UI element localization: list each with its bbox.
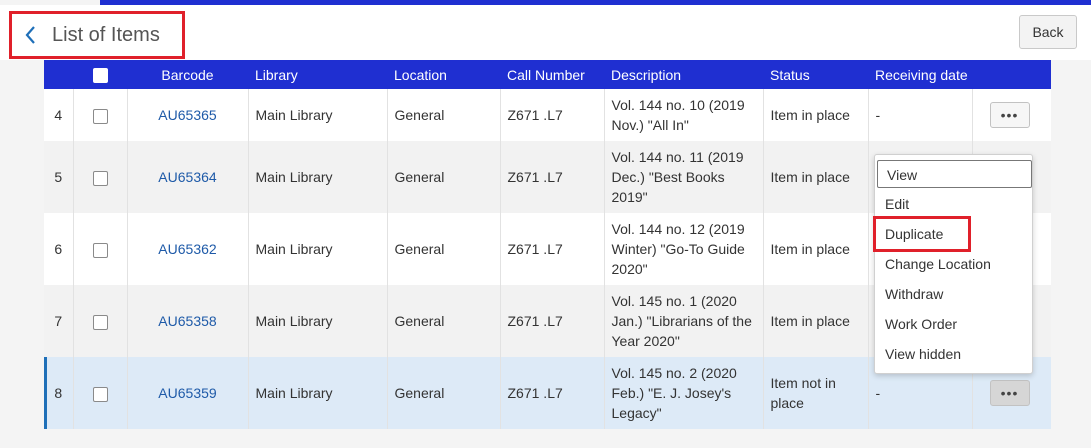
duplicate-highlight bbox=[873, 216, 971, 252]
row-actions-button[interactable]: ••• bbox=[989, 380, 1030, 406]
menu-item-change-location[interactable]: Change Location bbox=[876, 250, 1031, 278]
location-cell: General bbox=[387, 357, 501, 429]
column-header-status[interactable]: Status bbox=[763, 60, 868, 89]
row-checkbox[interactable] bbox=[92, 314, 108, 330]
row-number: 8 bbox=[44, 357, 74, 429]
menu-item-view[interactable]: View bbox=[877, 160, 1032, 188]
row-checkbox[interactable] bbox=[92, 242, 108, 258]
description-cell: Vol. 144 no. 12 (2019 Winter) "Go-To Gui… bbox=[604, 213, 764, 285]
description-cell: Vol. 145 no. 2 (2020 Feb.) "E. J. Josey'… bbox=[604, 357, 764, 429]
chevron-left-icon[interactable] bbox=[24, 25, 38, 45]
menu-item-view-hidden[interactable]: View hidden bbox=[876, 340, 1031, 368]
location-cell: General bbox=[387, 285, 501, 357]
description-cell: Vol. 145 no. 1 (2020 Jan.) "Librarians o… bbox=[604, 285, 764, 357]
library-cell: Main Library bbox=[248, 213, 388, 285]
column-header-library[interactable]: Library bbox=[248, 60, 387, 89]
select-all-checkbox[interactable] bbox=[92, 67, 108, 83]
library-cell: Main Library bbox=[248, 89, 388, 141]
library-cell: Main Library bbox=[248, 357, 388, 429]
library-cell: Main Library bbox=[248, 141, 388, 213]
column-header-barcode[interactable]: Barcode bbox=[127, 60, 248, 89]
row-number: 5 bbox=[44, 141, 74, 213]
row-checkbox[interactable] bbox=[92, 170, 108, 186]
menu-item-edit[interactable]: Edit bbox=[876, 190, 1031, 218]
column-header-location[interactable]: Location bbox=[387, 60, 500, 89]
table-row: 4 AU65365 Main Library General Z671 .L7 … bbox=[44, 89, 1051, 141]
barcode-link[interactable]: AU65365 bbox=[127, 89, 249, 141]
location-cell: General bbox=[387, 141, 501, 213]
location-cell: General bbox=[387, 213, 501, 285]
menu-item-withdraw[interactable]: Withdraw bbox=[876, 280, 1031, 308]
row-number: 4 bbox=[44, 89, 74, 141]
column-header-receiving-date[interactable]: Receiving date bbox=[868, 60, 1051, 89]
call-number-cell: Z671 .L7 bbox=[500, 357, 605, 429]
description-cell: Vol. 144 no. 11 (2019 Dec.) "Best Books … bbox=[604, 141, 764, 213]
call-number-cell: Z671 .L7 bbox=[500, 141, 605, 213]
column-header-call-number[interactable]: Call Number bbox=[500, 60, 604, 89]
page-title: List of Items bbox=[52, 23, 160, 46]
location-cell: General bbox=[387, 89, 501, 141]
back-button[interactable]: Back bbox=[1019, 15, 1077, 49]
column-header-description[interactable]: Description bbox=[604, 60, 763, 89]
row-checkbox[interactable] bbox=[92, 386, 108, 402]
status-cell: Item in place bbox=[763, 89, 869, 141]
row-checkbox[interactable] bbox=[92, 108, 108, 124]
page-header: List of Items Back bbox=[0, 5, 1091, 60]
title-highlight: List of Items bbox=[9, 11, 185, 59]
status-cell: Item not in place bbox=[763, 357, 869, 429]
row-number: 7 bbox=[44, 285, 74, 357]
status-cell: Item in place bbox=[763, 213, 869, 285]
barcode-link[interactable]: AU65359 bbox=[127, 357, 249, 429]
row-number: 6 bbox=[44, 213, 74, 285]
row-actions-menu: View Edit Duplicate Change Location With… bbox=[873, 154, 1033, 374]
status-cell: Item in place bbox=[763, 141, 869, 213]
menu-item-duplicate[interactable]: Duplicate bbox=[873, 216, 1031, 252]
menu-item-work-order[interactable]: Work Order bbox=[876, 310, 1031, 338]
receiving-date-cell: - bbox=[868, 89, 973, 141]
barcode-link[interactable]: AU65358 bbox=[127, 285, 249, 357]
barcode-link[interactable]: AU65362 bbox=[127, 213, 249, 285]
table-header: Barcode Library Location Call Number Des… bbox=[44, 60, 1051, 89]
call-number-cell: Z671 .L7 bbox=[500, 89, 605, 141]
description-cell: Vol. 144 no. 10 (2019 Nov.) "All In" bbox=[604, 89, 764, 141]
barcode-link[interactable]: AU65364 bbox=[127, 141, 249, 213]
row-actions-button[interactable]: ••• bbox=[989, 102, 1030, 128]
library-cell: Main Library bbox=[248, 285, 388, 357]
call-number-cell: Z671 .L7 bbox=[500, 213, 605, 285]
status-cell: Item in place bbox=[763, 285, 869, 357]
call-number-cell: Z671 .L7 bbox=[500, 285, 605, 357]
